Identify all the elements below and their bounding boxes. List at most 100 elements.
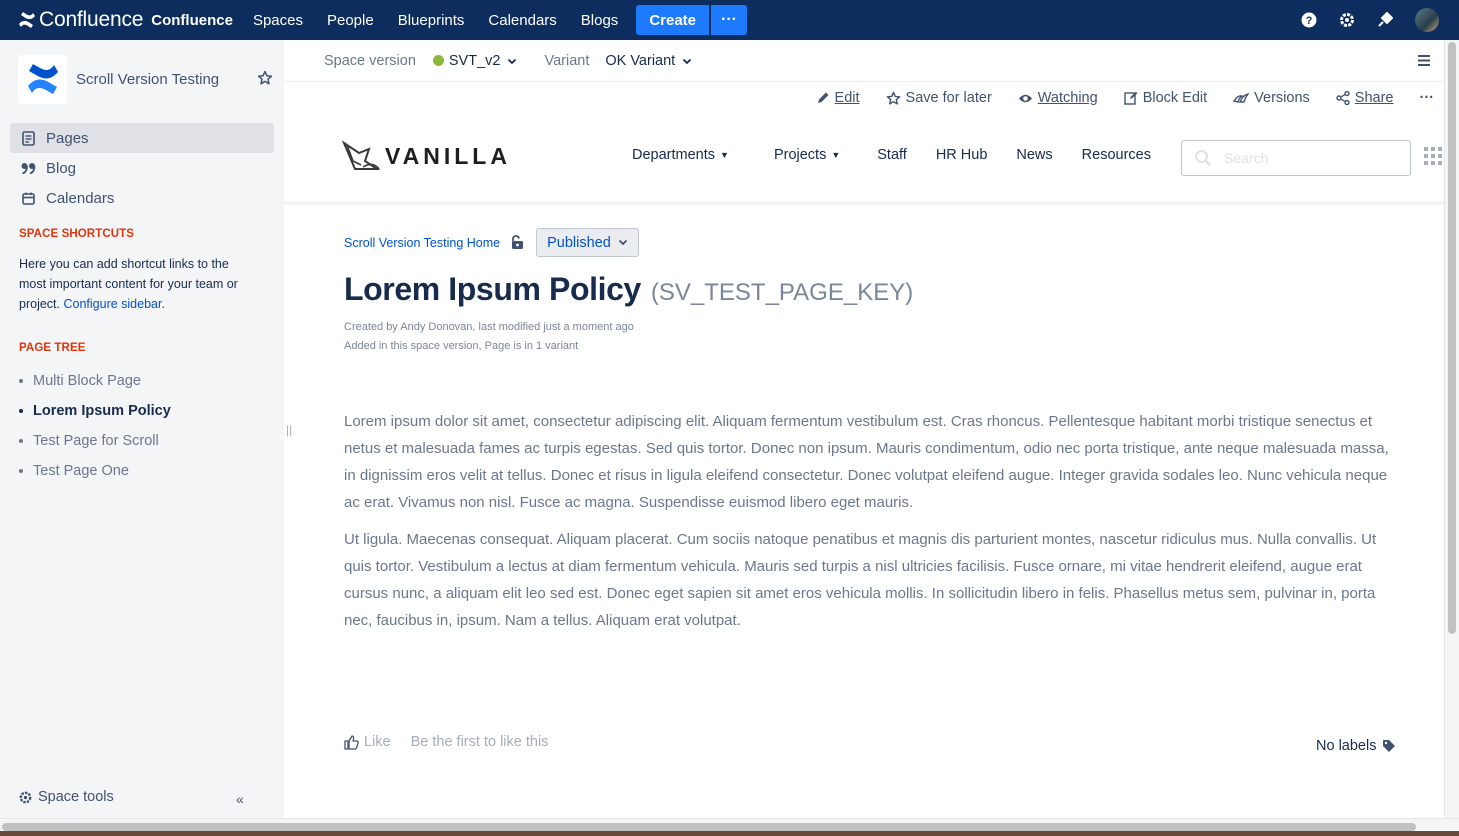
sidebar-nav: Pages Blog Calendars	[0, 123, 284, 213]
sidebar-item-calendars[interactable]: Calendars	[10, 183, 274, 213]
nav-calendars[interactable]: Calendars	[488, 12, 556, 29]
space-tools-button[interactable]: Space tools	[18, 789, 114, 805]
vanilla-brand-text: VANILLA	[385, 142, 511, 169]
confluence-logo[interactable]: Confluence Confluence	[18, 8, 233, 32]
theme-search-box[interactable]	[1181, 140, 1411, 176]
block-edit-button[interactable]: Block Edit	[1123, 90, 1208, 106]
chevron-down-icon[interactable]	[682, 53, 692, 69]
versions-icon	[1233, 92, 1250, 104]
user-avatar[interactable]	[1415, 8, 1439, 32]
tree-item-label: Lorem Ipsum Policy	[33, 403, 171, 419]
theme-nav-hr-hub[interactable]: HR Hub	[936, 147, 988, 163]
space-shortcuts-text: Here you can add shortcut links to the m…	[0, 254, 284, 314]
app-grid-icon[interactable]	[1424, 147, 1442, 170]
like-button[interactable]: Like	[364, 734, 391, 750]
tree-item-lorem-ipsum-policy[interactable]: Lorem Ipsum Policy	[0, 396, 284, 426]
page-key: (SV_TEST_PAGE_KEY)	[650, 279, 914, 306]
nav-blogs[interactable]: Blogs	[581, 12, 619, 29]
horizontal-scroll-thumb[interactable]	[2, 823, 1416, 831]
notifications-icon[interactable]	[1375, 10, 1395, 30]
bullet-icon	[19, 469, 23, 473]
theme-nav-departments[interactable]: Departments ▼	[632, 147, 729, 163]
nav-people[interactable]: People	[327, 12, 374, 29]
page-meta-created: Created by Andy Donovan, last modified j…	[344, 321, 634, 333]
pages-icon	[20, 130, 36, 146]
eye-icon	[1018, 93, 1033, 104]
sidebar-resize-handle[interactable]: ||	[286, 423, 292, 437]
space-title[interactable]: Scroll Version Testing	[76, 71, 219, 88]
versions-button[interactable]: Versions	[1233, 90, 1310, 106]
theme-nav-staff[interactable]: Staff	[877, 147, 907, 163]
vertical-scrollbar[interactable]	[1444, 40, 1459, 822]
confluence-space-icon	[27, 64, 58, 94]
page-metadata: Created by Andy Donovan, last modified j…	[344, 318, 1394, 356]
tree-item-label: Test Page One	[33, 463, 129, 479]
theme-header: VANILLA Departments ▼ Projects ▼ Staff HR …	[284, 113, 1444, 205]
sidebar-item-label: Pages	[46, 129, 89, 147]
sidebar-item-pages[interactable]: Pages	[10, 123, 274, 153]
block-edit-icon	[1123, 91, 1138, 105]
no-labels-text: No labels	[1316, 738, 1377, 754]
tree-item-test-page-for-scroll[interactable]: Test Page for Scroll	[0, 426, 284, 456]
calendar-icon	[20, 190, 36, 206]
sidebar-item-label: Calendars	[46, 189, 115, 207]
breadcrumb[interactable]: Scroll Version Testing Home	[344, 236, 500, 250]
collapse-sidebar-icon[interactable]: «	[236, 791, 244, 807]
like-summary: Be the first to like this	[410, 734, 549, 750]
paragraph: Ut ligula. Maecenas consequat. Aliquam p…	[344, 531, 1377, 629]
create-more-button[interactable]: ···	[711, 5, 748, 35]
thumbs-up-icon[interactable]	[344, 734, 359, 750]
page-body: Lorem ipsum dolor sit amet, consectetur …	[344, 408, 1394, 634]
svg-text:?: ?	[1306, 15, 1313, 27]
page-content: Scroll Version Testing Home Published Lo…	[344, 228, 1394, 644]
share-button[interactable]: Share	[1336, 90, 1394, 106]
chevron-down-icon[interactable]	[507, 53, 517, 69]
logo-text-bold: Confluence	[151, 11, 233, 29]
nav-blueprints[interactable]: Blueprints	[398, 12, 465, 29]
confluence-logo-icon	[19, 12, 35, 28]
publish-status-dropdown[interactable]: Published	[536, 228, 639, 257]
gear-icon[interactable]	[1337, 10, 1357, 30]
vertical-scroll-thumb[interactable]	[1448, 42, 1456, 634]
page-title: Lorem Ipsum Policy	[344, 271, 641, 307]
sidebar: Scroll Version Testing Pages Blog Calend…	[0, 40, 284, 836]
tree-item-multi-block-page[interactable]: Multi Block Page	[0, 366, 284, 396]
menu-icon[interactable]	[1418, 54, 1430, 70]
page-tree-title: PAGE TREE	[19, 342, 86, 354]
tree-item-test-page-one[interactable]: Test Page One	[0, 456, 284, 486]
gear-icon	[19, 791, 32, 803]
star-icon[interactable]	[257, 70, 273, 91]
scroll-versions-bar: Space version SVT_v2 Variant OK Variant	[284, 40, 1444, 82]
watching-label: Watching	[1037, 90, 1098, 106]
theme-nav-news[interactable]: News	[1016, 147, 1052, 163]
space-shortcuts-title: SPACE SHORTCUTS	[19, 228, 135, 240]
sidebar-item-blog[interactable]: Blog	[10, 153, 274, 183]
watching-button[interactable]: Watching	[1018, 90, 1098, 106]
save-for-later-label: Save for later	[905, 90, 992, 106]
theme-search-input[interactable]	[1224, 150, 1394, 166]
more-actions-button[interactable]: ···	[1420, 90, 1435, 106]
label-tag-icon[interactable]	[1382, 739, 1396, 753]
variant-select[interactable]: OK Variant	[605, 53, 675, 69]
theme-nav-resources[interactable]: Resources	[1082, 147, 1151, 163]
nav-spaces[interactable]: Spaces	[253, 12, 303, 29]
configure-sidebar-link[interactable]: Configure sidebar	[63, 297, 161, 311]
tree-item-label: Test Page for Scroll	[33, 433, 159, 449]
create-button[interactable]: Create	[636, 5, 710, 35]
shortcuts-period: .	[161, 297, 165, 311]
top-navigation-bar: Confluence Confluence Spaces People Blue…	[0, 0, 1459, 40]
block-edit-label: Block Edit	[1142, 90, 1208, 106]
variant-label: Variant	[544, 52, 590, 69]
tree-item-label: Multi Block Page	[33, 373, 141, 389]
bullet-icon	[19, 409, 23, 413]
theme-nav-projects[interactable]: Projects ▼	[774, 147, 840, 163]
edit-button[interactable]: Edit	[816, 90, 860, 106]
space-header: Scroll Version Testing	[0, 40, 284, 118]
share-label: Share	[1354, 90, 1394, 106]
save-for-later-button[interactable]: Save for later	[886, 90, 992, 106]
unlock-icon[interactable]	[510, 235, 524, 250]
space-version-select[interactable]: SVT_v2	[449, 53, 501, 69]
help-icon[interactable]: ?	[1299, 10, 1319, 30]
vanilla-logo[interactable]: VANILLA	[341, 139, 511, 173]
space-logo[interactable]	[18, 54, 67, 104]
